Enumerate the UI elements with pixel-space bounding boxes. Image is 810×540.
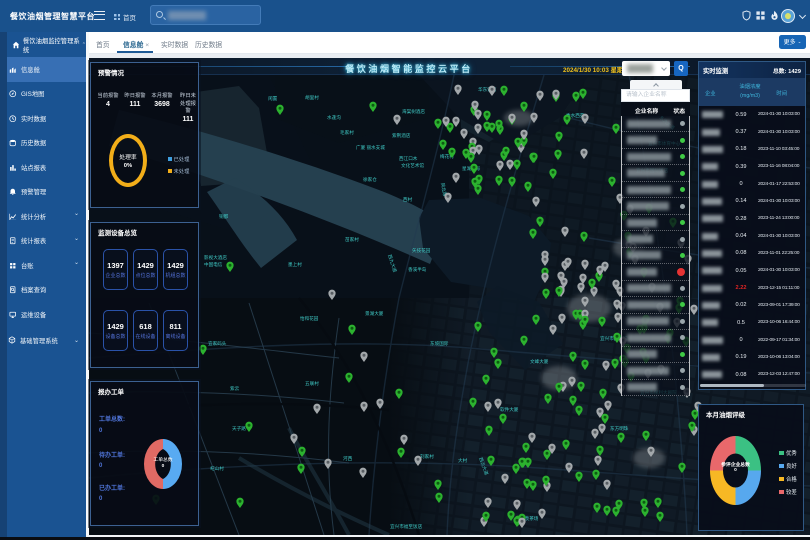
svg-text:闲置: 闲置 (268, 95, 278, 102)
svg-text:大村: 大村 (458, 457, 468, 464)
svg-text:怡和花园: 怡和花园 (300, 315, 319, 322)
svg-text:五联村: 五联村 (305, 380, 319, 387)
svg-text:墨上村: 墨上村 (288, 261, 302, 267)
svg-text:天子路: 天子路 (232, 425, 246, 432)
svg-text:宜家码头: 宜家码头 (208, 340, 227, 347)
svg-text:软件大厦: 软件大厦 (500, 406, 519, 413)
svg-text:景湖大厦: 景湖大厦 (365, 310, 384, 317)
svg-text:水逢沟: 水逢沟 (327, 114, 341, 121)
svg-text:矢技花园: 矢技花园 (412, 247, 431, 254)
svg-text:铜都: 铜都 (219, 213, 229, 220)
svg-text:东坡国际: 东坡国际 (430, 340, 449, 347)
svg-text:胡里村: 胡里村 (305, 94, 319, 101)
svg-text:紫荆酒店: 紫荆酒店 (392, 132, 411, 139)
svg-text:徐家仓: 徐家仓 (363, 176, 377, 183)
svg-text:文化艺术馆: 文化艺术馆 (401, 162, 424, 169)
svg-text:香溪半岛: 香溪半岛 (408, 266, 427, 273)
svg-text:东方明珠: 东方明珠 (610, 425, 629, 432)
svg-text:海棠树酒店: 海棠树酒店 (402, 108, 425, 115)
svg-text:西村: 西村 (403, 196, 413, 203)
svg-text:苗家村: 苗家村 (345, 236, 359, 243)
svg-text:屺山村: 屺山村 (210, 465, 224, 472)
svg-text:河西: 河西 (343, 455, 353, 462)
svg-text:西江口木: 西江口木 (399, 155, 418, 162)
svg-text:宜兴市福至饭店: 宜兴市福至饭店 (390, 523, 423, 530)
svg-text:广厦 丽水支城: 广厦 丽水支城 (356, 144, 385, 151)
svg-text:影视大酒店: 影视大酒店 (204, 254, 227, 261)
svg-text:刘家村: 刘家村 (420, 453, 434, 459)
svg-text:毛家村: 毛家村 (340, 129, 354, 135)
svg-text:文峰大厦: 文峰大厦 (530, 358, 549, 365)
svg-text:中国电信: 中国电信 (204, 261, 223, 268)
